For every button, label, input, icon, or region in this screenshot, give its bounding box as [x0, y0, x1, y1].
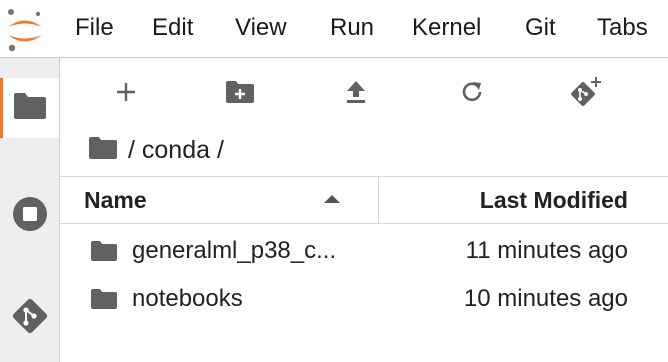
breadcrumb-path[interactable]: / conda /: [128, 136, 224, 165]
sidebar-git-tab[interactable]: [0, 288, 59, 348]
column-divider[interactable]: [378, 177, 379, 223]
menu-tabs[interactable]: Tabs: [597, 14, 648, 42]
file-browser-panel: / conda / Name Last Modified generalml_p…: [60, 58, 668, 362]
menu-edit[interactable]: Edit: [152, 14, 193, 42]
git-icon: [10, 296, 50, 341]
refresh-button[interactable]: [450, 74, 494, 114]
folder-icon: [90, 240, 118, 267]
column-header-name[interactable]: Name: [84, 187, 147, 214]
stop-circle-icon: [11, 195, 49, 238]
menu-git[interactable]: Git: [525, 14, 556, 42]
menu-run[interactable]: Run: [330, 14, 374, 42]
upload-button[interactable]: [334, 74, 378, 114]
sidebar-running-tab[interactable]: [0, 186, 59, 246]
column-header-last-modified[interactable]: Last Modified: [480, 187, 628, 214]
folder-icon: [12, 91, 48, 126]
menu-view[interactable]: View: [235, 14, 287, 42]
plus-icon: [115, 81, 137, 108]
sort-ascending-icon[interactable]: [324, 195, 340, 203]
left-sidebar: [0, 58, 60, 362]
list-item[interactable]: generalml_p38_c... 11 minutes ago: [60, 228, 668, 276]
breadcrumb: / conda /: [88, 132, 224, 168]
sidebar-file-browser-tab[interactable]: [0, 78, 59, 138]
menu-kernel[interactable]: Kernel: [412, 14, 481, 42]
new-folder-button[interactable]: [218, 74, 262, 114]
upload-icon: [344, 79, 368, 110]
new-launcher-button[interactable]: [104, 74, 148, 114]
git-clone-button[interactable]: [564, 74, 608, 114]
folder-icon: [90, 288, 118, 315]
list-item[interactable]: notebooks 10 minutes ago: [60, 276, 668, 324]
home-folder-icon[interactable]: [88, 136, 118, 165]
new-folder-icon: [225, 80, 255, 109]
menu-bar: File Edit View Run Kernel Git Tabs: [0, 0, 668, 58]
file-list-header: Name Last Modified: [60, 176, 668, 224]
file-name: generalml_p38_c...: [132, 237, 337, 264]
menu-file[interactable]: File: [75, 14, 114, 42]
file-name: notebooks: [132, 285, 243, 312]
file-last-modified: 10 minutes ago: [463, 285, 628, 312]
refresh-icon: [459, 79, 485, 110]
git-clone-icon: [569, 75, 603, 114]
file-last-modified: 11 minutes ago: [465, 237, 628, 264]
jupyter-logo-icon: [4, 6, 46, 54]
